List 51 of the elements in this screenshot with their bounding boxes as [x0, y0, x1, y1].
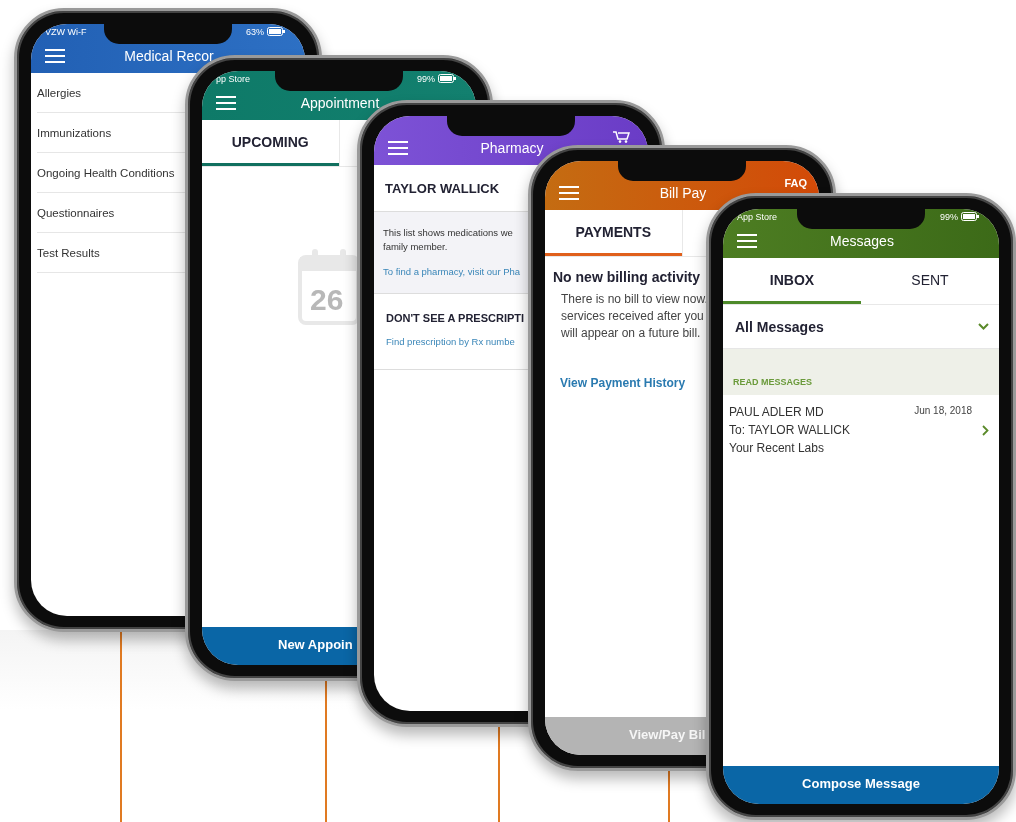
rx-number-link[interactable]: Find prescription by Rx numbe	[386, 336, 515, 347]
billing-heading: No new billing activity	[553, 269, 701, 285]
menu-icon[interactable]	[45, 48, 65, 64]
battery-icon	[961, 212, 979, 221]
message-date: Jun 18, 2018	[914, 405, 972, 416]
carrier-label: pp Store	[216, 73, 251, 84]
carrier-label: VZW Wi-F	[45, 26, 87, 37]
battery-percent: 63%	[246, 26, 264, 37]
menu-list-item[interactable]: Questionnaires	[37, 206, 115, 219]
menu-icon[interactable]	[737, 233, 757, 249]
screen-title: Appointment	[300, 95, 380, 111]
info-text: This list shows medications we	[383, 226, 513, 240]
faq-link[interactable]: FAQ	[784, 177, 807, 189]
message-subject: Your Recent Labs	[729, 440, 825, 457]
menu-list-item[interactable]: Allergies	[37, 86, 82, 99]
menu-icon[interactable]	[216, 95, 236, 111]
leader-line	[668, 770, 670, 822]
tab[interactable]: SENT	[861, 258, 999, 304]
pharmacy-link[interactable]: To find a pharmacy, visit our Pha	[383, 266, 521, 277]
message-sender: PAUL ADLER MD	[729, 404, 825, 421]
battery-percent: 99%	[940, 211, 958, 222]
prompt-heading: DON'T SEE A PRESCRIPTI	[386, 312, 525, 324]
payment-history-link[interactable]: View Payment History	[560, 376, 686, 390]
billing-text: There is no bill to view now.	[561, 291, 708, 308]
billing-text: services received after you	[561, 308, 704, 325]
chevron-right-icon	[982, 424, 989, 436]
message-recipient: To: TAYLOR WALLICK	[729, 422, 851, 439]
screen-title: Medical Recor	[124, 48, 214, 64]
battery-icon	[438, 74, 456, 83]
menu-list-item[interactable]: Immunizations	[37, 126, 112, 139]
tab[interactable]: PAYMENTS	[545, 210, 682, 256]
screen-title: Messages	[830, 233, 894, 249]
carrier-label: App Store	[737, 211, 778, 222]
section-label: READ MESSAGES	[733, 377, 812, 387]
calendar-day-number: 26	[310, 283, 344, 317]
menu-list-item[interactable]: Ongoing Health Conditions	[37, 166, 175, 179]
message-row[interactable]: PAUL ADLER MD To: TAYLOR WALLICK Your Recent Labs Jun 18, 2018	[723, 395, 999, 463]
battery-percent: 99%	[417, 73, 435, 84]
menu-list-item[interactable]: Test Results	[37, 246, 100, 259]
chevron-down-icon	[978, 323, 989, 330]
screen-title: Pharmacy	[480, 140, 544, 156]
calendar-icon	[298, 247, 360, 327]
menu-icon[interactable]	[559, 185, 579, 201]
cart-icon[interactable]	[613, 131, 630, 143]
billing-text: will appear on a future bill.	[561, 325, 701, 342]
info-text: family member.	[383, 240, 448, 254]
action-button[interactable]: New Appoin	[276, 633, 355, 655]
battery-icon	[267, 27, 285, 36]
menu-icon[interactable]	[388, 140, 408, 156]
tab[interactable]: UPCOMING	[202, 120, 339, 166]
screen-title: Bill Pay	[659, 185, 707, 201]
